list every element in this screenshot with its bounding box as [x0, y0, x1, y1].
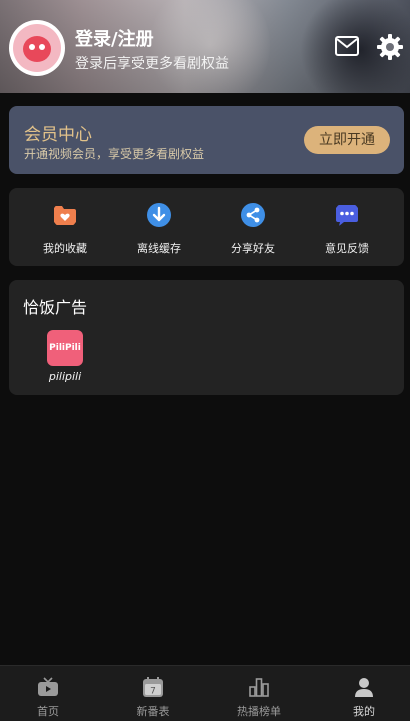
quick-actions-panel: 我的收藏 离线缓存 分享好友 意见反馈: [9, 188, 404, 266]
tab-label: 首页: [37, 705, 59, 718]
tab-label: 热播榜单: [237, 705, 281, 718]
vip-title: 会员中心: [24, 125, 92, 145]
quick-action-label: 离线缓存: [137, 242, 181, 255]
tab-home[interactable]: 首页: [8, 676, 88, 719]
share-icon: [241, 203, 265, 227]
favorite-folder-icon: [54, 206, 76, 225]
tab-new-anime-schedule[interactable]: 7 新番表: [113, 676, 193, 719]
login-register-link[interactable]: 登录/注册: [75, 25, 154, 51]
profile-icon: [355, 678, 373, 697]
activate-vip-button[interactable]: 立即开通: [304, 126, 390, 154]
mail-icon[interactable]: [335, 36, 359, 56]
profile-header: 登录/注册 登录后享受更多看剧权益: [0, 0, 410, 93]
bottom-tab-bar: 首页 7 新番表 热播榜单 我的: [0, 665, 410, 721]
gear-icon[interactable]: [376, 33, 404, 61]
calendar-icon: 7: [143, 677, 163, 697]
vip-center-card[interactable]: 会员中心 开通视频会员，享受更多看剧权益 立即开通: [9, 106, 404, 174]
calendar-day: 7: [150, 687, 156, 697]
tab-hot-ranking[interactable]: 热播榜单: [219, 676, 299, 719]
quick-action-label: 我的收藏: [43, 242, 87, 255]
ad-app-pilipili[interactable]: PiliPili pilipili: [45, 330, 85, 383]
feedback-icon: [336, 205, 358, 226]
avatar[interactable]: [9, 20, 65, 76]
app-label: pilipili: [48, 370, 82, 383]
ads-title: 恰饭广告: [23, 298, 88, 317]
quick-action-label: 分享好友: [231, 242, 275, 255]
pilipili-app-icon: PiliPili: [47, 330, 83, 366]
tab-label: 新番表: [136, 705, 170, 718]
quick-action-offline-cache[interactable]: 离线缓存: [119, 202, 199, 256]
tab-label: 我的: [353, 705, 375, 718]
quick-action-favorites[interactable]: 我的收藏: [25, 202, 105, 256]
vip-subtitle: 开通视频会员，享受更多看剧权益: [24, 147, 205, 161]
avatar-mascot-image: [13, 24, 61, 72]
quick-action-feedback[interactable]: 意见反馈: [307, 202, 387, 256]
tab-mine[interactable]: 我的: [324, 676, 404, 719]
chart-icon: [249, 678, 269, 697]
login-subtitle: 登录后享受更多看剧权益: [75, 56, 229, 72]
download-icon: [147, 203, 171, 227]
home-tv-icon: [38, 677, 58, 696]
quick-action-share[interactable]: 分享好友: [213, 202, 293, 256]
quick-action-label: 意见反馈: [325, 242, 369, 255]
ads-panel: 恰饭广告 PiliPili pilipili: [9, 280, 404, 395]
